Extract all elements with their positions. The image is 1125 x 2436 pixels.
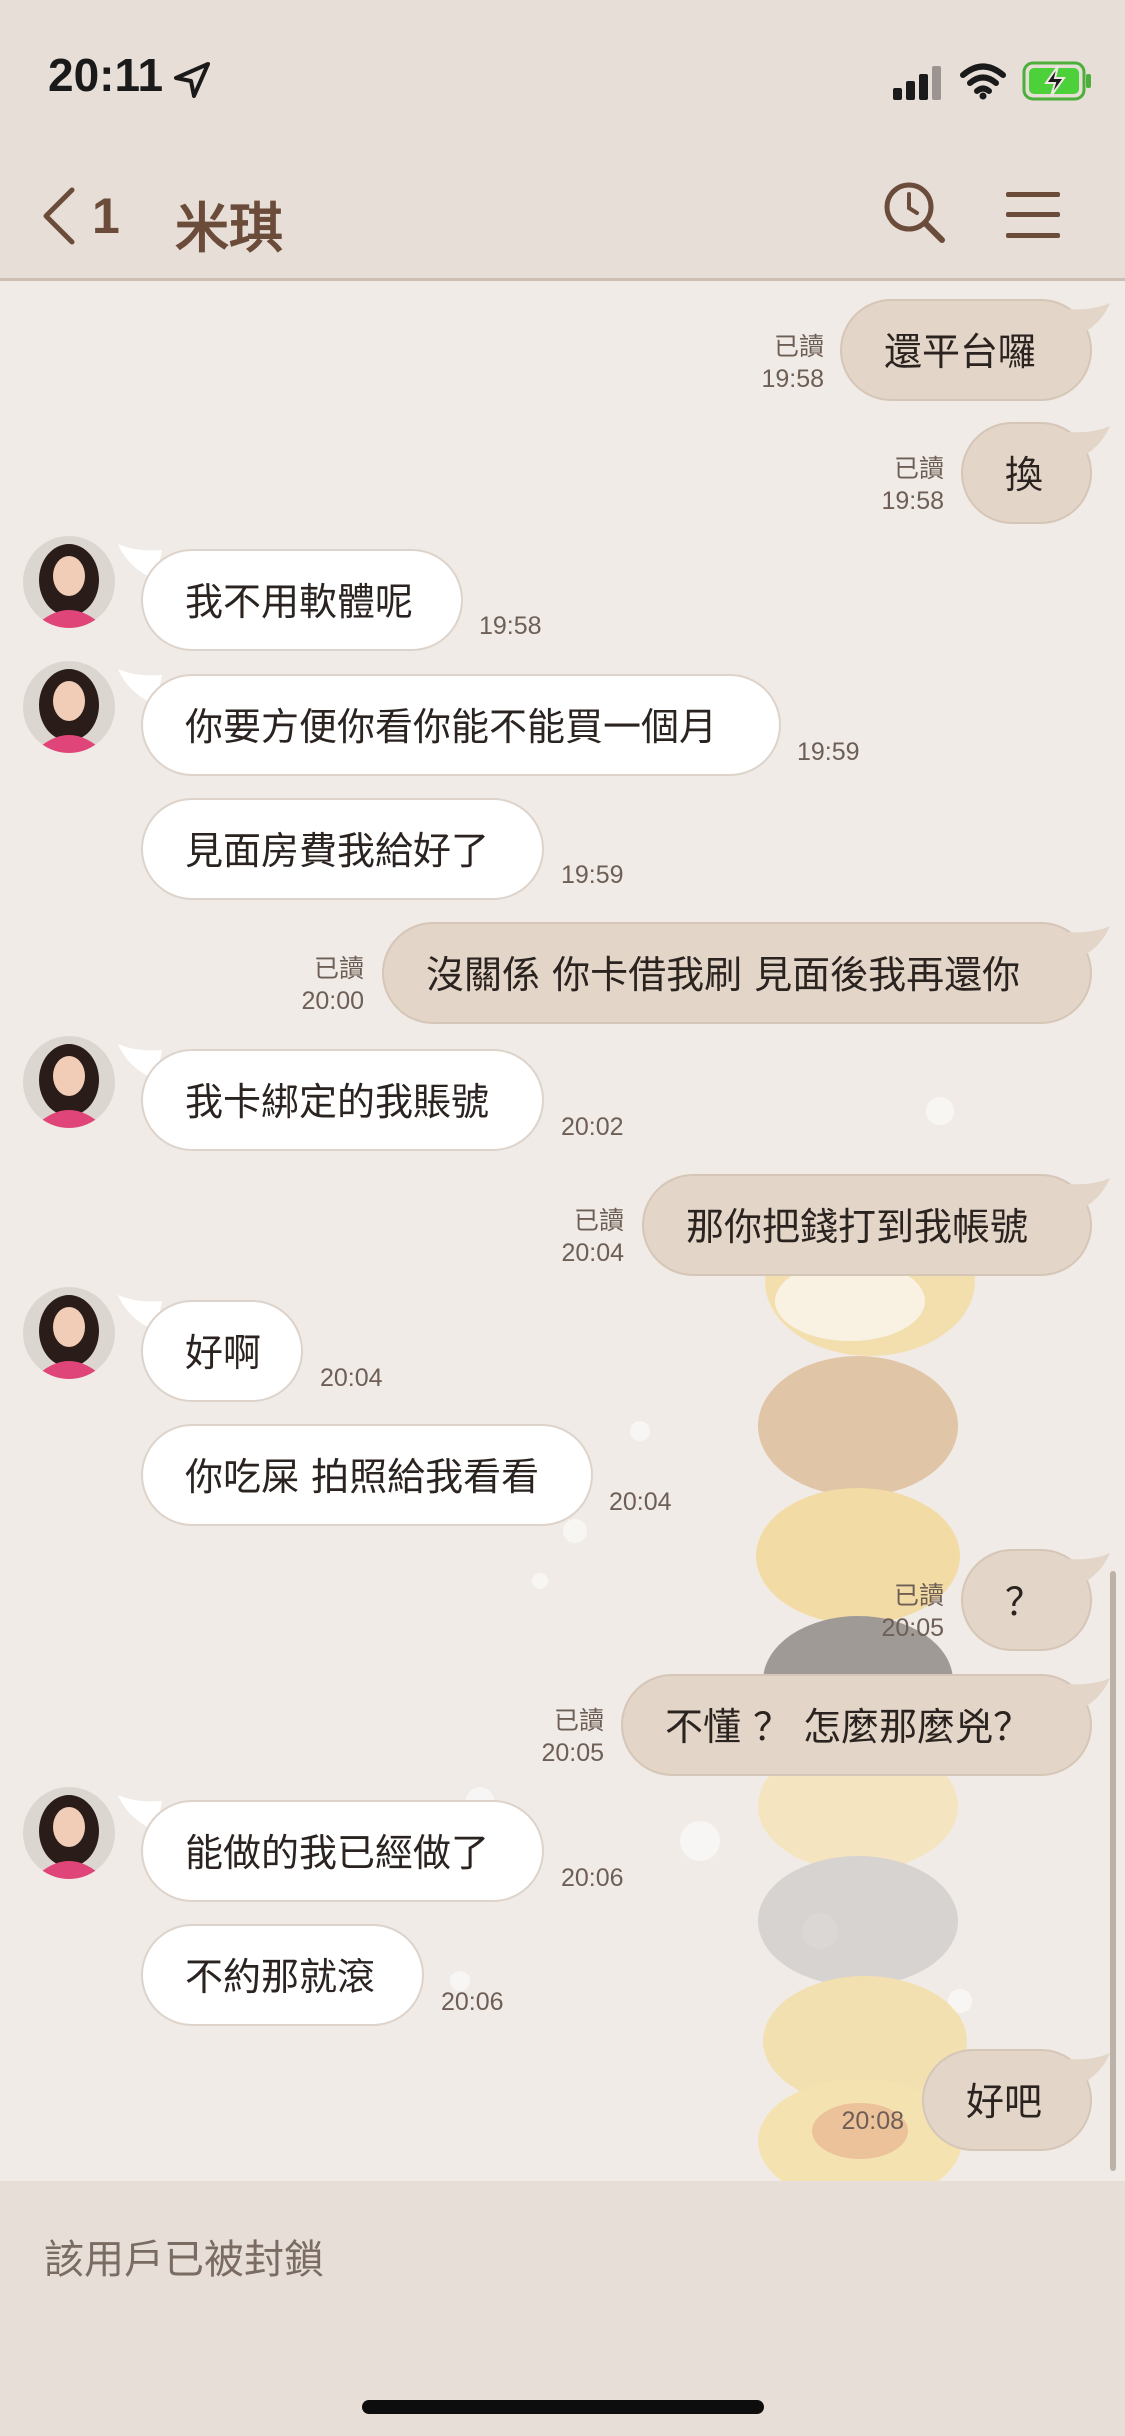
message-time: 20:02 (561, 1113, 624, 1141)
signal-icon (893, 66, 941, 100)
avatar[interactable] (23, 536, 115, 628)
battery-charging-icon (1022, 61, 1091, 101)
chat-header: 1 米琪 (0, 150, 1125, 281)
read-receipt: 已讀 (893, 1582, 944, 1610)
blocked-notice: 該用戶已被封鎖 (44, 2237, 324, 2283)
avatar[interactable] (23, 1036, 115, 1128)
message-bubble-incoming[interactable]: 見面房費我給好了 (141, 798, 544, 900)
status-time: 20:11 (48, 49, 164, 101)
message-time: 19:58 (761, 365, 824, 393)
message-meta: 已讀 20:05 (520, 1705, 604, 1769)
back-button[interactable]: 1 (40, 186, 150, 246)
message-time: 19:59 (561, 861, 624, 889)
message-time: 20:00 (301, 987, 364, 1015)
message-time: 20:05 (541, 1739, 604, 1767)
message-meta: 已讀 20:00 (280, 953, 364, 1017)
message-bubble-incoming[interactable]: 你要方便你看你能不能買一個月 (141, 674, 781, 776)
bubble-tail (1066, 1678, 1110, 1714)
read-receipt: 已讀 (553, 1707, 604, 1735)
message-time: 20:08 (841, 2107, 904, 2135)
message-bubble-outgoing[interactable]: 不懂 ？ 怎麼那麼兇？ (621, 1674, 1092, 1776)
message-bubble-incoming[interactable]: 不約那就滾 (141, 1924, 424, 2026)
message-time: 20:06 (561, 1864, 624, 1892)
bubble-tail (1066, 1178, 1110, 1214)
message-bubble-incoming[interactable]: 我不用軟體呢 (141, 549, 463, 651)
blocked-notice-bar: 該用戶已被封鎖 (0, 2181, 1125, 2436)
avatar[interactable] (23, 1787, 115, 1879)
menu-icon[interactable] (1006, 190, 1060, 240)
message-bubble-outgoing[interactable]: 那你把錢打到我帳號 (642, 1174, 1092, 1276)
chat-title: 米琪 (175, 197, 283, 260)
message-time: 20:04 (320, 1364, 383, 1392)
back-chevron-icon (43, 187, 75, 245)
search-icon[interactable] (882, 180, 948, 246)
bubble-tail (1066, 926, 1110, 962)
message-bubble-outgoing[interactable]: 沒關係 你卡借我刷 見面後我再還你 (382, 922, 1092, 1024)
chat-area[interactable]: 已讀 19:58 還平台囉 已讀 19:58 換 我不用軟體呢 19:58 你要… (0, 281, 1125, 2181)
bubble-tail (1066, 303, 1110, 339)
message-time: 20:04 (561, 1239, 624, 1267)
message-time: 19:58 (479, 612, 542, 640)
message-meta: 已讀 19:58 (860, 453, 944, 517)
location-arrow-icon (174, 62, 210, 98)
status-bar: 20:11 (0, 0, 1125, 150)
avatar[interactable] (23, 661, 115, 753)
message-bubble-incoming[interactable]: 你吃屎 拍照給我看看 (141, 1424, 593, 1526)
home-indicator[interactable] (362, 2400, 764, 2414)
message-meta: 已讀 20:05 (860, 1580, 944, 1644)
bubble-tail (1066, 2053, 1110, 2089)
scrollbar[interactable] (1110, 1571, 1116, 2171)
message-bubble-outgoing[interactable]: 還平台囉 (840, 299, 1092, 401)
read-receipt: 已讀 (893, 455, 944, 483)
bubble-tail (1066, 426, 1110, 462)
message-time: 19:59 (797, 738, 860, 766)
message-time: 20:05 (881, 1614, 944, 1642)
message-bubble-incoming[interactable]: 好啊 (141, 1300, 303, 1402)
message-meta: 已讀 20:04 (540, 1205, 624, 1269)
read-receipt: 已讀 (773, 333, 824, 361)
message-meta: 已讀 19:58 (740, 331, 824, 395)
message-time: 19:58 (881, 487, 944, 515)
avatar[interactable] (23, 1287, 115, 1379)
message-time: 20:06 (441, 1988, 504, 2016)
message-bubble-incoming[interactable]: 我卡綁定的我賬號 (141, 1049, 544, 1151)
read-receipt: 已讀 (313, 955, 364, 983)
message-time: 20:04 (609, 1488, 672, 1516)
bubble-tail (1066, 1553, 1110, 1589)
wifi-icon (960, 63, 1006, 100)
read-receipt: 已讀 (573, 1207, 624, 1235)
message-bubble-incoming[interactable]: 能做的我已經做了 (141, 1800, 544, 1902)
unread-count: 1 (92, 188, 120, 244)
